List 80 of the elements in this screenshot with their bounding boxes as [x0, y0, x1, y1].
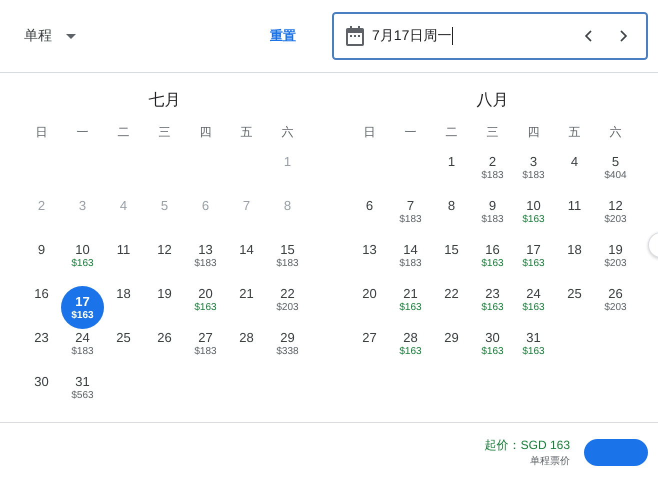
dropdown-caret-icon	[66, 34, 76, 38]
weekday-label: 日	[362, 124, 376, 141]
calendar-day[interactable]: 23 $163	[472, 286, 513, 330]
calendar-day[interactable]: 11	[103, 242, 144, 286]
calendar-day[interactable]: 22	[431, 286, 472, 330]
calendar-day[interactable]: 31 $163	[513, 330, 554, 374]
weekday-label: 二	[444, 124, 458, 141]
weekday-label: 二	[116, 124, 130, 141]
calendar-day[interactable]: 9	[21, 242, 62, 286]
calendar-day[interactable]: 24 $163	[513, 286, 554, 330]
selected-date[interactable]: 17 $163	[61, 286, 104, 329]
weekday-label: 五	[240, 124, 254, 141]
price-note: 单程票价	[530, 454, 570, 468]
calendar-day[interactable]: 21 $163	[390, 286, 431, 330]
calendar-day[interactable]: 28 $163	[390, 330, 431, 374]
trip-type-dropdown[interactable]: 单程	[14, 21, 86, 51]
calendar-day[interactable]: 16	[21, 286, 62, 330]
date-field[interactable]: 7月17日周一	[332, 12, 648, 60]
calendar-day[interactable]: 3 $183	[513, 154, 554, 198]
calendar-day[interactable]: 19	[144, 286, 185, 330]
calendar-day[interactable]: 11	[554, 198, 595, 242]
calendar-day[interactable]: 27 $183	[185, 330, 226, 374]
calendar-day[interactable]: 8	[431, 198, 472, 242]
calendar-day[interactable]: 13 $183	[185, 242, 226, 286]
calendar-day[interactable]: 26 $203	[595, 286, 636, 330]
weekday-label: 六	[280, 124, 294, 141]
calendar-day[interactable]: 30	[21, 374, 62, 418]
calendar-day[interactable]: 24 $183	[62, 330, 103, 374]
calendar-day[interactable]: 5 $404	[595, 154, 636, 198]
weekday-label: 日	[34, 124, 48, 141]
weekday-label: 四	[198, 124, 212, 141]
calendar-day[interactable]: 26	[144, 330, 185, 374]
chevron-left-icon	[584, 30, 592, 42]
calendar-day[interactable]: 23	[21, 330, 62, 374]
calendar-day[interactable]: 17 $163	[513, 242, 554, 286]
calendar-day[interactable]: 4	[554, 154, 595, 198]
weekday-label: 一	[404, 124, 418, 141]
calendar-day[interactable]: 12	[144, 242, 185, 286]
chevron-right-icon	[620, 30, 628, 42]
calendar-day[interactable]: 25	[554, 286, 595, 330]
calendar-day[interactable]: 6	[349, 198, 390, 242]
reset-button[interactable]: 重置	[266, 21, 300, 51]
calendar-day[interactable]: 31 $563	[62, 374, 103, 418]
weekday-label: 五	[568, 124, 582, 141]
calendar-day[interactable]: 25	[103, 330, 144, 374]
calendar-day[interactable]: 14 $183	[390, 242, 431, 286]
calendar-day[interactable]: 1	[431, 154, 472, 198]
calendar-day[interactable]: 22 $203	[267, 286, 308, 330]
weekday-label: 三	[486, 124, 500, 141]
weekday-label: 六	[608, 124, 622, 141]
calendar-day[interactable]: 29	[431, 330, 472, 374]
calendar-day[interactable]: 2 $183	[472, 154, 513, 198]
calendar-day[interactable]: 12 $203	[595, 198, 636, 242]
calendar-day[interactable]: 20 $163	[185, 286, 226, 330]
calendar-day[interactable]: 10 $163	[62, 242, 103, 286]
month-title: 七月	[148, 90, 182, 111]
calendar-icon	[346, 26, 364, 46]
calendar-day[interactable]: 14	[226, 242, 267, 286]
weekday-label: 三	[158, 124, 172, 141]
calendar-day[interactable]: 15 $183	[267, 242, 308, 286]
calendar-day[interactable]: 9 $183	[472, 198, 513, 242]
calendar-day[interactable]: 18	[554, 242, 595, 286]
calendar-day[interactable]: 29 $338	[267, 330, 308, 374]
weekday-label: 一	[76, 124, 90, 141]
weekday-label: 四	[526, 124, 540, 141]
calendar-day[interactable]: 7 $183	[390, 198, 431, 242]
calendar-day[interactable]: 21	[226, 286, 267, 330]
calendar-day[interactable]: 18	[103, 286, 144, 330]
month-title: 八月	[476, 91, 510, 111]
calendar-day[interactable]: 19 $203	[595, 242, 636, 286]
calendar-day[interactable]: 16 $163	[472, 242, 513, 286]
calendar-day[interactable]: 28	[226, 330, 267, 374]
calendar-day[interactable]: 13	[349, 242, 390, 286]
starting-price: 起价：SGD 163	[484, 437, 570, 454]
calendar-day[interactable]: 27	[349, 330, 390, 374]
calendar-day[interactable]: 15	[431, 242, 472, 286]
calendar-day[interactable]: 10 $163	[513, 198, 554, 242]
calendar-day[interactable]: 20	[349, 286, 390, 330]
confirm-button[interactable]	[584, 439, 648, 466]
calendar-day[interactable]: 30 $163	[472, 330, 513, 374]
